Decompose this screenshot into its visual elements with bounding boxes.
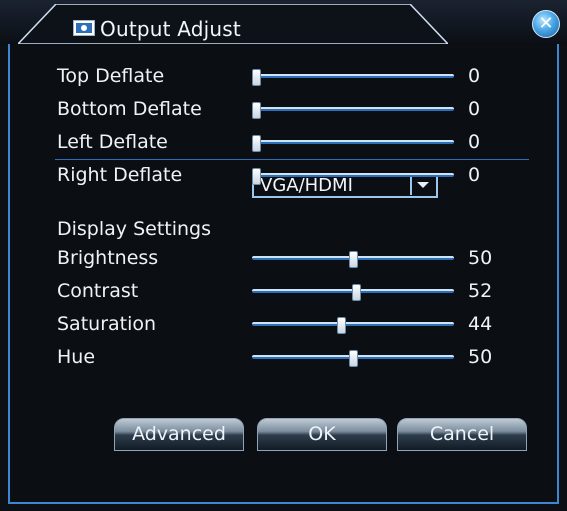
left-deflate-slider[interactable] xyxy=(252,129,454,157)
right-deflate-value: 0 xyxy=(468,164,481,186)
right-deflate-label: Right Deflate xyxy=(57,164,183,186)
saturation-label: Saturation xyxy=(57,313,157,335)
hue-slider[interactable] xyxy=(252,344,454,372)
contrast-value: 52 xyxy=(468,280,493,302)
cancel-button[interactable]: Cancel xyxy=(397,418,527,451)
saturation-value: 44 xyxy=(468,313,493,335)
bottom-deflate-slider[interactable] xyxy=(252,96,454,124)
hue-value: 50 xyxy=(468,346,493,368)
slider-track[interactable] xyxy=(252,173,454,177)
monitor-icon xyxy=(73,20,95,36)
contrast-slider[interactable] xyxy=(252,278,454,306)
saturation-slider[interactable] xyxy=(252,311,454,339)
slider-track[interactable] xyxy=(252,322,454,326)
title-tab: Output Adjust xyxy=(18,4,448,44)
right-deflate-slider[interactable] xyxy=(252,162,454,190)
title-bar: Output Adjust ✕ xyxy=(0,0,567,44)
close-icon: ✕ xyxy=(538,13,554,34)
top-deflate-slider[interactable] xyxy=(252,63,454,91)
section-divider xyxy=(55,159,529,160)
advanced-button[interactable]: Advanced xyxy=(114,418,244,451)
slider-thumb[interactable] xyxy=(352,284,361,301)
slider-track[interactable] xyxy=(252,74,454,78)
brightness-label: Brightness xyxy=(57,247,159,269)
slider-track[interactable] xyxy=(252,140,454,144)
slider-track[interactable] xyxy=(252,107,454,111)
slider-thumb[interactable] xyxy=(252,135,261,152)
close-button[interactable]: ✕ xyxy=(532,10,560,38)
bottom-deflate-value: 0 xyxy=(468,98,481,120)
slider-thumb[interactable] xyxy=(349,251,358,268)
brightness-value: 50 xyxy=(468,247,493,269)
slider-thumb[interactable] xyxy=(349,350,358,367)
ok-button[interactable]: OK xyxy=(257,418,387,451)
contrast-label: Contrast xyxy=(57,280,139,302)
top-deflate-value: 0 xyxy=(468,65,481,87)
window-title: Output Adjust xyxy=(100,17,241,41)
hue-label: Hue xyxy=(57,346,96,368)
top-deflate-label: Top Deflate xyxy=(57,65,165,87)
slider-thumb[interactable] xyxy=(252,69,261,86)
slider-thumb[interactable] xyxy=(252,168,261,185)
brightness-slider[interactable] xyxy=(252,245,454,273)
left-deflate-label: Left Deflate xyxy=(57,131,168,153)
display-settings-label: Display Settings xyxy=(57,218,212,240)
slider-thumb[interactable] xyxy=(337,317,346,334)
bottom-deflate-label: Bottom Deflate xyxy=(57,98,202,120)
left-deflate-value: 0 xyxy=(468,131,481,153)
slider-thumb[interactable] xyxy=(252,102,261,119)
